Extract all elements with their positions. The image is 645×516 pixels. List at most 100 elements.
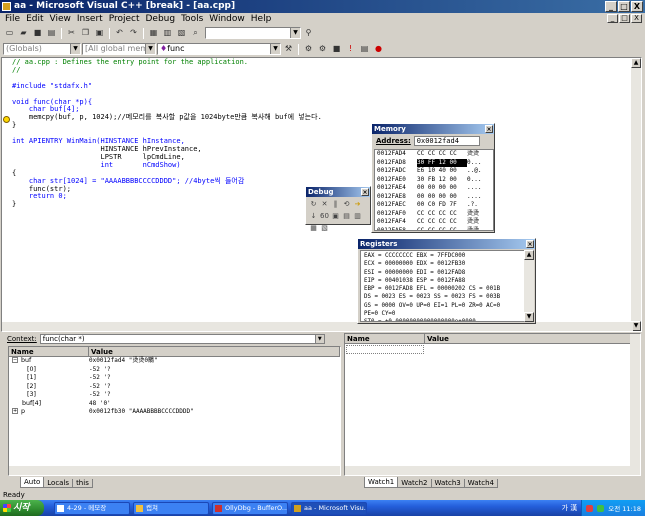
register-line[interactable]: GS = 0000 OV=0 UP=0 EI=1 PL=0 ZR=0 AC=0 [364, 302, 521, 310]
menu-tools[interactable]: Tools [178, 13, 206, 25]
close-icon[interactable]: × [485, 125, 493, 133]
watch-window-icon[interactable]: ▣ [331, 211, 340, 221]
collapse-icon[interactable]: − [12, 357, 18, 363]
tab-watch1[interactable]: Watch1 [364, 477, 399, 488]
code-line[interactable]: return 0; [12, 193, 322, 201]
scroll-up-icon[interactable]: ▲ [524, 250, 534, 260]
variable-row[interactable]: + p 0x0012fb30 "AAAABBBBCCCCDDDD" [9, 408, 340, 417]
debug-toolbar-title[interactable]: Debug × [306, 187, 370, 197]
scroll-up-icon[interactable]: ▲ [631, 58, 641, 68]
new-watch-entry[interactable] [346, 345, 424, 354]
memory-hex[interactable]: 30 FF 12 00 [417, 158, 467, 167]
function-combo[interactable]: ♦func ▼ [157, 43, 281, 55]
memory-hex[interactable]: CC CC CC CC [417, 227, 467, 231]
register-line[interactable]: ST0 = +0.00000000000000000e+0000 [364, 318, 521, 321]
register-line[interactable]: ECX = 00000000 EDX = 0012FB30 [364, 260, 521, 268]
chevron-down-icon[interactable]: ▼ [314, 335, 324, 343]
minimize-button[interactable]: _ [605, 1, 617, 12]
tab-locals[interactable]: Locals [43, 479, 74, 488]
find-combo[interactable]: ▼ [205, 27, 301, 39]
memory-hex[interactable]: CC CC CC CC [417, 218, 467, 227]
memory-hex[interactable]: 00 C0 FD 7F [417, 201, 467, 210]
apply-changes-icon[interactable]: ⟲ [342, 199, 351, 209]
chevron-down-icon[interactable]: ▼ [145, 44, 155, 54]
menu-insert[interactable]: Insert [74, 13, 106, 25]
start-button[interactable]: 시작 [0, 500, 44, 516]
scroll-down-icon[interactable]: ▼ [524, 312, 534, 322]
memory-row[interactable]: 0012FAE0 30 FB 12 00 0... [375, 176, 493, 185]
save-all-icon[interactable]: ▤ [45, 27, 58, 39]
memory-hex[interactable]: CC CC CC CC [417, 150, 467, 159]
registers-window-icon[interactable]: ▥ [353, 211, 362, 221]
memory-row[interactable]: 0012FADC E6 10 40 00 ..@. [375, 167, 493, 176]
address-input[interactable]: 0x0012fad4 [413, 136, 480, 146]
variable-row[interactable]: [2] -52 '? [9, 383, 340, 392]
source-code[interactable]: // aa.cpp : Defines the entry point for … [12, 58, 322, 209]
step-into-icon[interactable]: ↓ [309, 211, 318, 221]
watch-name-column-header[interactable]: Name [345, 334, 425, 343]
memory-row[interactable]: 0012FAE8 00 00 00 00.... [375, 193, 493, 202]
memory-row[interactable]: 0012FAF0 CC CC CC CC 烫烫 [375, 210, 493, 219]
maximize-button[interactable]: □ [618, 1, 630, 12]
task-notepad[interactable]: 4-29 - 메모장 [54, 501, 130, 515]
menu-help[interactable]: Help [248, 13, 275, 25]
editor-vertical-scrollbar[interactable]: ▲ ▼ [631, 58, 641, 331]
copy-icon[interactable]: ❐ [79, 27, 92, 39]
code-line[interactable]: memcpy(buf, p, 1024);//메모리를 복사할 p값을 1024… [12, 113, 322, 122]
call-stack-icon[interactable]: ▧ [320, 223, 329, 233]
variable-value[interactable]: -52 '? [89, 383, 111, 392]
chevron-down-icon[interactable]: ▼ [270, 44, 280, 54]
new-file-icon[interactable]: ▭ [3, 27, 16, 39]
compile-icon[interactable]: ⚙ [302, 43, 315, 55]
menu-debug[interactable]: Debug [142, 13, 178, 25]
memory-row[interactable]: 0012FAE4 00 00 00 00.... [375, 184, 493, 193]
workspace-icon[interactable]: ▦ [147, 27, 160, 39]
tab-auto[interactable]: Auto [20, 477, 45, 488]
context-combo[interactable]: func(char *) ▼ [39, 334, 325, 344]
tab-watch4[interactable]: Watch4 [463, 479, 498, 488]
variable-row[interactable]: [3] -52 '? [9, 391, 340, 400]
ime-indicator[interactable]: 가 漢 [562, 503, 582, 513]
open-folder-icon[interactable]: ▰ [17, 27, 30, 39]
watch-horizontal-scrollbar[interactable] [345, 466, 632, 475]
find-in-files-icon[interactable]: ⌕ [189, 27, 202, 39]
expand-icon[interactable]: + [12, 408, 18, 414]
menu-edit[interactable]: Edit [23, 13, 46, 25]
memory-row[interactable]: 0012FAF8 CC CC CC CC 烫烫 [375, 227, 493, 231]
variable-value[interactable]: 48 '0' [89, 400, 111, 409]
output-window-icon[interactable]: ▥ [161, 27, 174, 39]
register-line[interactable]: EIP = 00401038 ESP = 0012FA88 [364, 277, 521, 285]
register-line[interactable]: PE=0 CY=0 [364, 310, 521, 318]
task-visual-cpp[interactable]: aa - Microsoft Visu... [291, 501, 367, 515]
scope-combo[interactable]: (Globals) ▼ [3, 43, 81, 55]
chevron-down-icon[interactable]: ▼ [290, 28, 300, 38]
register-line[interactable]: EAX = CCCCCCCC EBX = 7FFDC000 [364, 252, 521, 260]
paste-icon[interactable]: ▣ [93, 27, 106, 39]
variable-row[interactable]: buf[4] 48 '0' [9, 400, 340, 409]
memory-dump[interactable]: 0012FAD4 CC CC CC CC 烫烫 0012FAD8 30 FF 12 00… [374, 149, 494, 231]
redo-icon[interactable]: ↷ [127, 27, 140, 39]
clock[interactable]: 오전 11:18 [608, 503, 641, 513]
tab-this[interactable]: this [72, 479, 93, 488]
window-list-icon[interactable]: ▧ [175, 27, 188, 39]
execute-icon[interactable]: ! [344, 43, 357, 55]
close-button[interactable]: X [631, 1, 643, 12]
find-icon[interactable]: ⚲ [302, 27, 315, 39]
code-line[interactable]: // aa.cpp : Defines the entry point for … [12, 58, 322, 67]
doc-restore-button[interactable]: □ [619, 14, 630, 23]
app-icon[interactable] [2, 2, 11, 11]
memory-row[interactable]: 0012FAD8 30 FF 12 00 0... [375, 158, 493, 167]
watch-window[interactable]: Name Value [344, 333, 641, 476]
memory-hex[interactable]: E6 10 40 00 [417, 167, 467, 176]
name-column-header[interactable]: Name [9, 347, 89, 356]
variables-horizontal-scrollbar[interactable] [9, 466, 340, 475]
save-icon[interactable]: ■ [31, 27, 44, 39]
stop-build-icon[interactable]: ■ [330, 43, 343, 55]
memory-hex[interactable]: CC CC CC CC [417, 210, 467, 219]
code-line[interactable]: } [12, 121, 322, 130]
code-line[interactable]: } [12, 200, 322, 209]
memory-row[interactable]: 0012FAF4 CC CC CC CC 烫烫 [375, 218, 493, 227]
registers-window-title[interactable]: Registers × [358, 239, 535, 249]
variable-value[interactable]: -52 '? [89, 366, 111, 375]
memory-window-icon[interactable]: ▦ [309, 223, 318, 233]
